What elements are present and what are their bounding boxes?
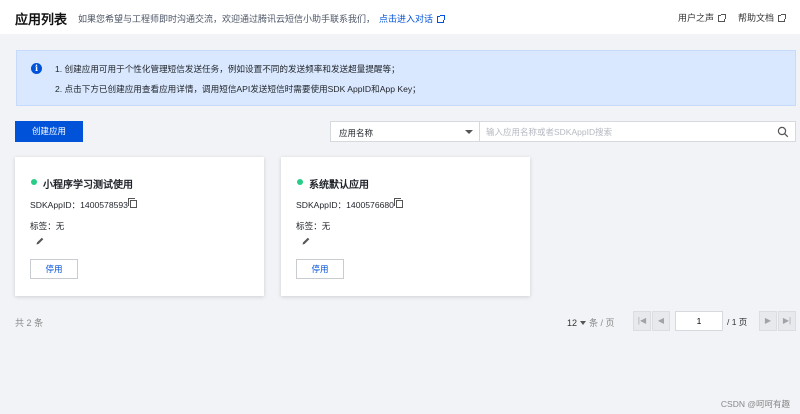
edit-pencil-icon[interactable] [301,236,311,246]
edit-pencil-icon[interactable] [35,236,45,246]
external-link-icon[interactable] [778,14,787,22]
app-name[interactable]: 系统默认应用 [309,176,369,191]
last-page-button[interactable]: ▶| [778,311,796,331]
total-number: 2 [26,318,32,328]
external-link-icon[interactable] [437,15,446,23]
total-suffix: 条 [34,318,44,328]
disable-app-button[interactable]: 停用 [30,259,78,279]
help-docs-label[interactable]: 帮助文档 [738,13,774,23]
tag-label: 标签： [30,221,56,231]
page-size-unit: 条 / 页 [589,318,615,328]
user-voice-link[interactable]: 用户之声 [678,11,727,24]
tag-row: 标签：无 [30,220,64,232]
help-docs-link[interactable]: 帮助文档 [738,11,787,24]
disable-app-button[interactable]: 停用 [296,259,344,279]
contact-hint: 如果您希望与工程师即时沟通交流，欢迎通过腾讯云短信小助手联系我们， 点击进入对话 [78,12,446,25]
total-count: 共 2 条 [15,316,43,329]
app-id-value: 1400576680 [346,200,394,210]
app-card[interactable]: 系统默认应用 SDKAppID：1400576680 标签：无 停用 [281,157,530,296]
page-size-select[interactable]: 12 条 / 页 [567,316,615,329]
app-id-label: SDKAppID： [296,200,347,210]
create-app-button[interactable]: 创建应用 [15,121,83,142]
contact-hint-text: 如果您希望与工程师即时沟通交流，欢迎通过腾讯云短信小助手联系我们， [78,14,376,24]
app-id-row: SDKAppID：1400576680 [296,198,403,211]
caret-down-icon[interactable] [580,321,587,325]
external-link-icon[interactable] [718,14,727,22]
search-icon[interactable] [777,126,789,138]
app-id-value: 1400578593 [80,200,128,210]
total-prefix: 共 [15,318,25,328]
page-title: 应用列表 [15,12,68,27]
total-pages: / 1 页 [727,317,748,327]
notice-line-2: 2. 点击下方已创建应用查看应用详情，调用短信API发送短信时需要使用SDK A… [55,84,421,94]
search-field-select-value: 应用名称 [339,128,374,138]
tag-label: 标签： [296,221,322,231]
page-number-input[interactable] [675,311,723,331]
tag-value: 无 [55,221,65,231]
app-id-label: SDKAppID： [30,200,81,210]
tag-value: 无 [321,221,331,231]
search-box[interactable] [479,121,796,142]
user-voice-label[interactable]: 用户之声 [678,13,714,23]
tag-row: 标签：无 [296,220,330,232]
notice-line-1: 1. 创建应用可用于个性化管理短信发送任务，例如设置不同的发送频率和发送超量提醒… [55,64,400,74]
copy-icon[interactable] [127,198,137,208]
info-notice: i 1. 创建应用可用于个性化管理短信发送任务，例如设置不同的发送频率和发送超量… [16,50,796,106]
search-field-select[interactable]: 应用名称 [330,121,480,142]
page-size-value[interactable]: 12 [567,318,577,328]
next-page-button[interactable]: ▶ [759,311,777,331]
copy-icon[interactable] [393,198,403,208]
info-icon: i [31,63,42,74]
first-page-button[interactable]: |◀ [633,311,651,331]
status-dot [297,179,303,185]
search-input[interactable] [486,125,766,138]
status-dot [31,179,37,185]
enter-chat-link[interactable]: 点击进入对话 [379,14,433,24]
app-name[interactable]: 小程序学习测试使用 [43,176,133,191]
app-card[interactable]: 小程序学习测试使用 SDKAppID：1400578593 标签：无 停用 [15,157,264,296]
prev-page-button[interactable]: ◀ [652,311,670,331]
caret-down-icon [465,130,473,134]
app-id-row: SDKAppID：1400578593 [30,198,137,211]
top-bar: 应用列表 如果您希望与工程师即时沟通交流，欢迎通过腾讯云短信小助手联系我们， 点击… [0,0,800,34]
pagination: |◀ ◀ / 1 页 ▶ ▶| [633,311,797,331]
watermark: CSDN @呵呵有趣 [720,399,790,409]
